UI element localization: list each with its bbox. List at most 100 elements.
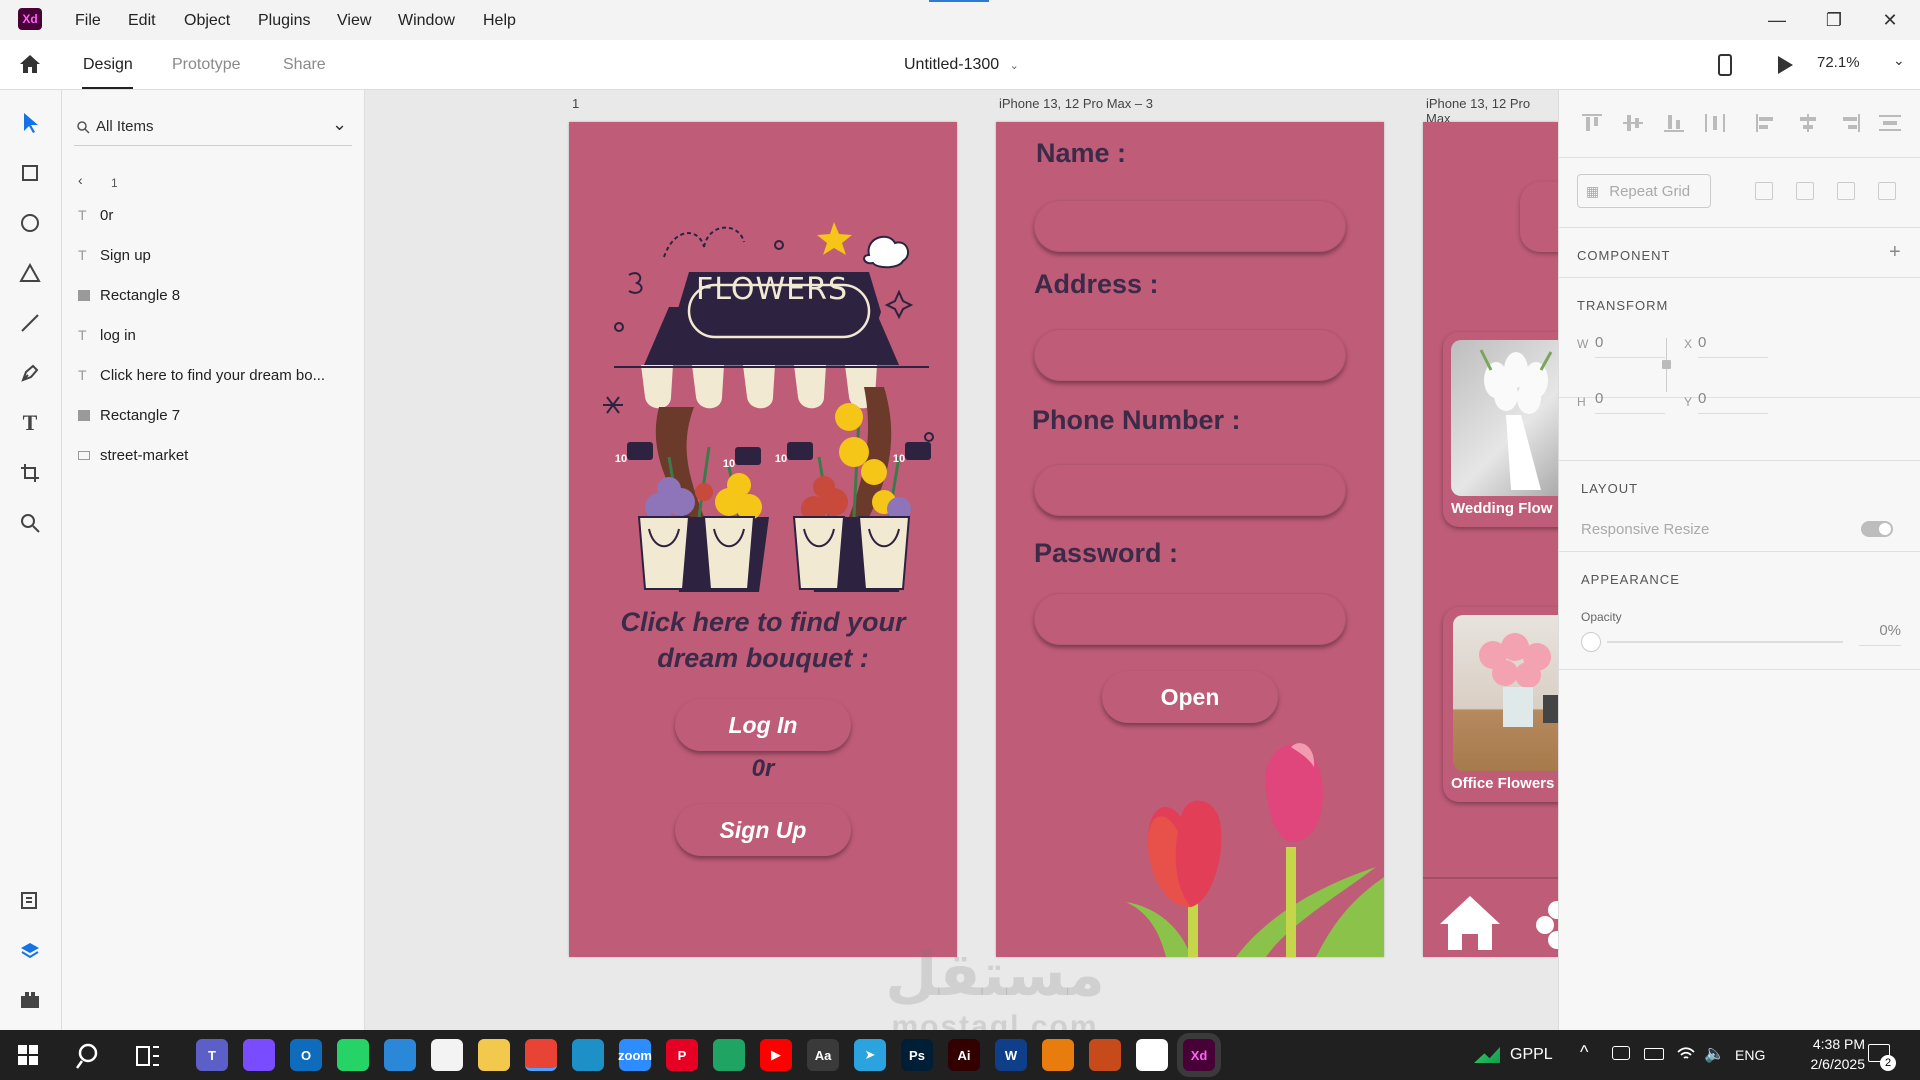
gppl-stock-icon[interactable] [1474, 1047, 1500, 1063]
layer-item[interactable]: street-market [78, 440, 348, 470]
password-field[interactable] [1034, 593, 1346, 645]
home-nav-icon[interactable] [1438, 892, 1502, 957]
tab-share[interactable]: Share [283, 56, 326, 74]
edge-app-icon[interactable] [572, 1039, 604, 1071]
battery-icon[interactable] [1644, 1048, 1664, 1060]
back-arrow-icon[interactable]: ‹ [78, 172, 83, 188]
language-indicator[interactable]: ENG [1735, 1047, 1765, 1063]
blender-app-icon[interactable] [1042, 1039, 1074, 1071]
youtube-app-icon[interactable]: ▶ [760, 1039, 792, 1071]
align-center-icon[interactable] [1795, 112, 1821, 134]
open-button[interactable]: Open [1102, 671, 1278, 723]
clock-time[interactable]: 4:38 PM [1775, 1036, 1865, 1052]
minimize-button[interactable]: — [1765, 8, 1789, 32]
zoom-app-icon[interactable]: zoom [618, 1039, 652, 1071]
artboard-signup-form[interactable]: Name : Address : Phone Number : Password… [996, 122, 1384, 957]
polygon-tool-icon[interactable] [17, 260, 43, 286]
zoom-tool-icon[interactable] [17, 510, 43, 536]
opacity-slider-handle[interactable] [1581, 632, 1601, 652]
add-component-icon[interactable]: + [1889, 241, 1901, 264]
signup-button[interactable]: Sign Up [675, 804, 851, 856]
artboard-tool-icon[interactable] [17, 460, 43, 486]
copilot-app-icon[interactable] [243, 1039, 275, 1071]
align-right-icon[interactable] [1836, 112, 1862, 134]
chevron-down-icon[interactable]: ⌄ [332, 114, 347, 135]
stock-ticker[interactable]: GPPL [1510, 1046, 1553, 1064]
store-app-icon[interactable] [431, 1039, 463, 1071]
menu-edit[interactable]: Edit [128, 12, 156, 30]
xd-app-icon[interactable]: Xd [1177, 1033, 1221, 1077]
boolean-subtract-icon[interactable] [1796, 182, 1814, 200]
distribute-horizontal-icon[interactable] [1877, 112, 1903, 134]
layers-icon[interactable] [17, 937, 43, 963]
align-left-icon[interactable] [1754, 112, 1780, 134]
layer-item[interactable]: T Sign up [78, 240, 348, 270]
layer-item[interactable]: Rectangle 8 [78, 280, 348, 310]
login-button[interactable]: Log In [675, 699, 851, 751]
lock-icon[interactable] [1662, 360, 1671, 369]
plugins-icon[interactable] [17, 987, 43, 1013]
select-tool-icon[interactable] [17, 110, 43, 136]
search-icon[interactable] [75, 1042, 104, 1075]
play-icon[interactable] [1776, 55, 1794, 75]
font-app-app-icon[interactable]: Aa [807, 1039, 839, 1071]
restore-button[interactable]: ❐ [1822, 8, 1846, 32]
distribute-vertical-icon[interactable] [1702, 112, 1728, 134]
vscode-app-icon[interactable]: W [995, 1039, 1027, 1071]
outlook-app-icon[interactable]: O [290, 1039, 322, 1071]
menu-plugins[interactable]: Plugins [258, 12, 310, 30]
windows-start-icon[interactable] [18, 1045, 38, 1070]
ellipse-tool-icon[interactable] [17, 210, 43, 236]
whatsapp-app-icon[interactable] [337, 1039, 369, 1071]
artboard-label[interactable]: iPhone 13, 12 Pro Max – 3 [999, 96, 1153, 111]
wifi-icon[interactable] [1676, 1044, 1696, 1067]
office-flowers-card[interactable]: Office Flowers [1443, 607, 1558, 802]
design-canvas[interactable]: 1 FLOWERS 10 10 10 10 Click here to find… [365, 90, 1558, 1030]
document-title[interactable]: Untitled-1300 ⌄ [904, 56, 1019, 74]
chrome-app-icon[interactable] [525, 1039, 557, 1071]
layers-filter[interactable]: All Items ⌄ [74, 110, 352, 146]
clock-date[interactable]: 2/6/2025 [1775, 1056, 1866, 1072]
layer-item[interactable]: Rectangle 7 [78, 400, 348, 430]
name-field[interactable] [1034, 200, 1346, 252]
close-button[interactable]: ✕ [1878, 8, 1902, 32]
responsive-resize-toggle[interactable] [1861, 521, 1893, 537]
top-card[interactable] [1520, 182, 1558, 252]
chatgpt-app-icon[interactable] [1136, 1039, 1168, 1071]
phone-field[interactable] [1034, 464, 1346, 516]
text-tool-icon[interactable]: T [17, 410, 43, 436]
device-preview-icon[interactable] [1718, 54, 1732, 76]
layer-item[interactable]: T Click here to find your dream bo... [78, 360, 348, 390]
matlab-app-icon[interactable] [1089, 1039, 1121, 1071]
chevron-up-icon[interactable]: ^ [1580, 1042, 1588, 1063]
telegram-app-icon[interactable]: ➤ [854, 1039, 886, 1071]
wedding-flowers-card[interactable]: Wedding Flow [1443, 332, 1558, 527]
opacity-slider-track[interactable] [1607, 641, 1843, 643]
artboard-catalog[interactable]: Wedding Flow Office Flowers [1423, 122, 1558, 957]
artboard-welcome[interactable]: FLOWERS 10 10 10 10 Click here to find y… [569, 122, 957, 957]
boolean-add-icon[interactable] [1755, 182, 1773, 200]
task-view-icon[interactable] [136, 1045, 160, 1072]
boolean-exclude-icon[interactable] [1878, 182, 1896, 200]
drive-app-icon[interactable] [713, 1039, 745, 1071]
flower-nav-icon[interactable] [1535, 900, 1558, 955]
align-middle-icon[interactable] [1620, 112, 1646, 134]
network-app-icon[interactable] [384, 1039, 416, 1071]
repeat-grid-button[interactable]: ▦ Repeat Grid [1577, 174, 1711, 208]
illustrator-app-icon[interactable]: Ai [948, 1039, 980, 1071]
menu-file[interactable]: File [75, 12, 101, 30]
x-field[interactable]: 0 [1698, 330, 1768, 358]
menu-object[interactable]: Object [184, 12, 230, 30]
home-icon[interactable] [18, 53, 42, 75]
volume-icon[interactable]: 🔈 [1704, 1044, 1725, 1064]
layer-item[interactable]: Tlog in [78, 320, 348, 350]
teams-app-icon[interactable]: T [196, 1039, 228, 1071]
align-bottom-icon[interactable] [1661, 112, 1687, 134]
tab-design[interactable]: Design [83, 56, 133, 74]
height-field[interactable]: 0 [1595, 386, 1665, 414]
tab-prototype[interactable]: Prototype [172, 56, 240, 74]
document-assets-icon[interactable] [17, 887, 43, 913]
pinterest-app-icon[interactable]: P [666, 1039, 698, 1071]
layer-item[interactable]: T 0r [78, 200, 348, 230]
photoshop-app-icon[interactable]: Ps [901, 1039, 933, 1071]
